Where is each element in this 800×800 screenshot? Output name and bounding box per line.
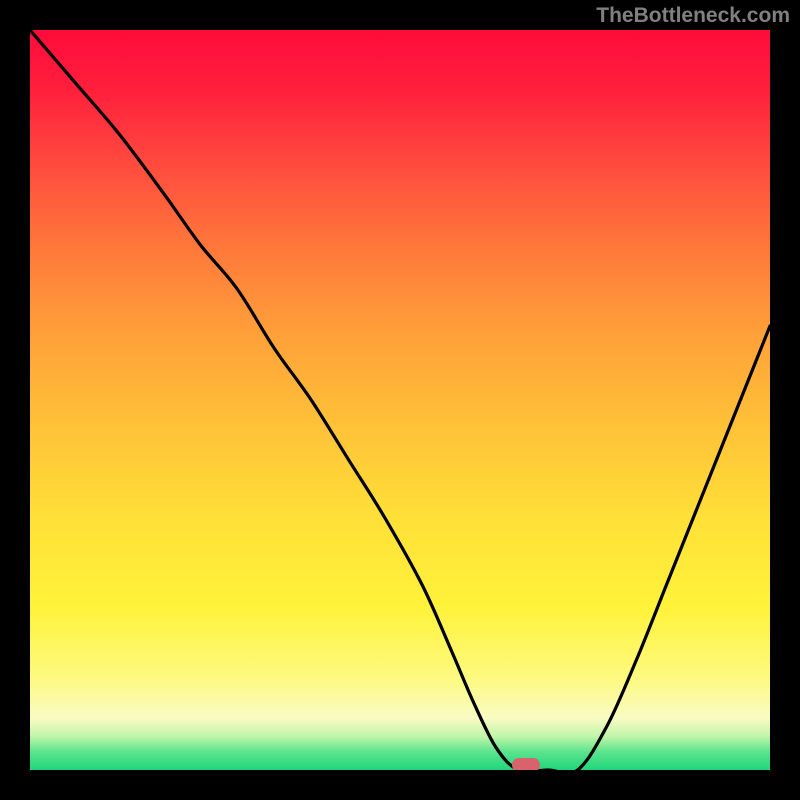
attribution-label: TheBottleneck.com <box>596 4 790 28</box>
plot-area <box>30 30 770 770</box>
optimal-marker <box>512 758 540 770</box>
bottleneck-curve <box>30 30 770 770</box>
chart-frame: TheBottleneck.com <box>0 0 800 800</box>
